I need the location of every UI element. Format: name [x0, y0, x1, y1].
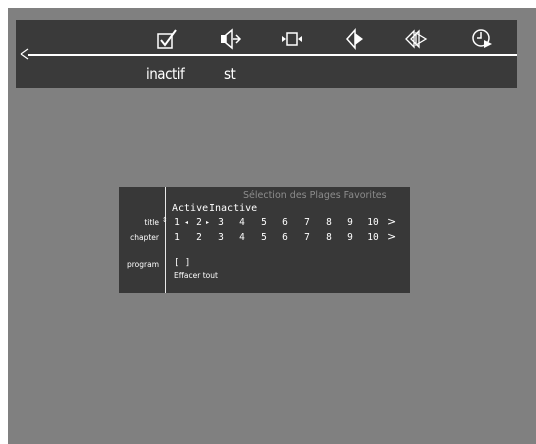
check-icon[interactable] — [154, 26, 182, 52]
angle-icon[interactable] — [341, 26, 369, 52]
fast-forward-icon[interactable] — [402, 26, 430, 52]
mode-inactive[interactable]: Inactive — [209, 203, 257, 214]
player-toolbar: inactif st — [16, 20, 517, 88]
program-list[interactable]: [ ] — [174, 258, 190, 268]
clear-all-button[interactable]: Effacer tout — [174, 271, 218, 280]
title-cell[interactable]: 6 — [275, 217, 295, 228]
time-icon[interactable] — [469, 26, 497, 52]
toolbar-divider — [28, 54, 517, 56]
title-cell[interactable]: 8 — [319, 217, 339, 228]
mode-active[interactable]: Active — [172, 203, 208, 214]
chapter-cell[interactable]: 10 — [363, 232, 383, 243]
playback-state-label: inactif — [146, 65, 185, 83]
chapter-cell[interactable]: 2 — [189, 232, 209, 243]
chapter-cell[interactable]: 7 — [297, 232, 317, 243]
audio-speaker-icon[interactable] — [216, 26, 244, 52]
title-more-arrow[interactable]: > — [387, 215, 396, 228]
chapter-cell[interactable]: 9 — [340, 232, 360, 243]
title-cell[interactable]: 4 — [232, 217, 252, 228]
title-cell[interactable]: 9 — [340, 217, 360, 228]
dialog-divider — [165, 187, 166, 293]
chapter-cell[interactable]: 8 — [319, 232, 339, 243]
title-cell[interactable]: 1 — [167, 217, 187, 228]
favorite-tracks-dialog: Sélection des Plages Favorites Active In… — [119, 187, 410, 293]
row-label-chapter: chapter — [130, 233, 159, 242]
dialog-title: Sélection des Plages Favorites — [243, 190, 387, 201]
title-cell[interactable]: 7 — [297, 217, 317, 228]
chapter-more-arrow[interactable]: > — [387, 230, 396, 243]
chapter-cell[interactable]: 3 — [211, 232, 231, 243]
title-cell[interactable]: 3 — [211, 217, 231, 228]
chapter-cell[interactable]: 1 — [167, 232, 187, 243]
title-cell[interactable]: 2 — [189, 217, 209, 228]
frame-step-icon[interactable] — [278, 26, 306, 52]
title-cell[interactable]: 10 — [363, 217, 383, 228]
chapter-cell[interactable]: 6 — [275, 232, 295, 243]
row-label-program: program — [126, 260, 159, 269]
chapter-cell[interactable]: 5 — [254, 232, 274, 243]
row-label-title: title — [144, 218, 159, 227]
playback-mode-label: st — [224, 65, 236, 83]
chapter-cell[interactable]: 4 — [232, 232, 252, 243]
title-cell[interactable]: 5 — [254, 217, 274, 228]
